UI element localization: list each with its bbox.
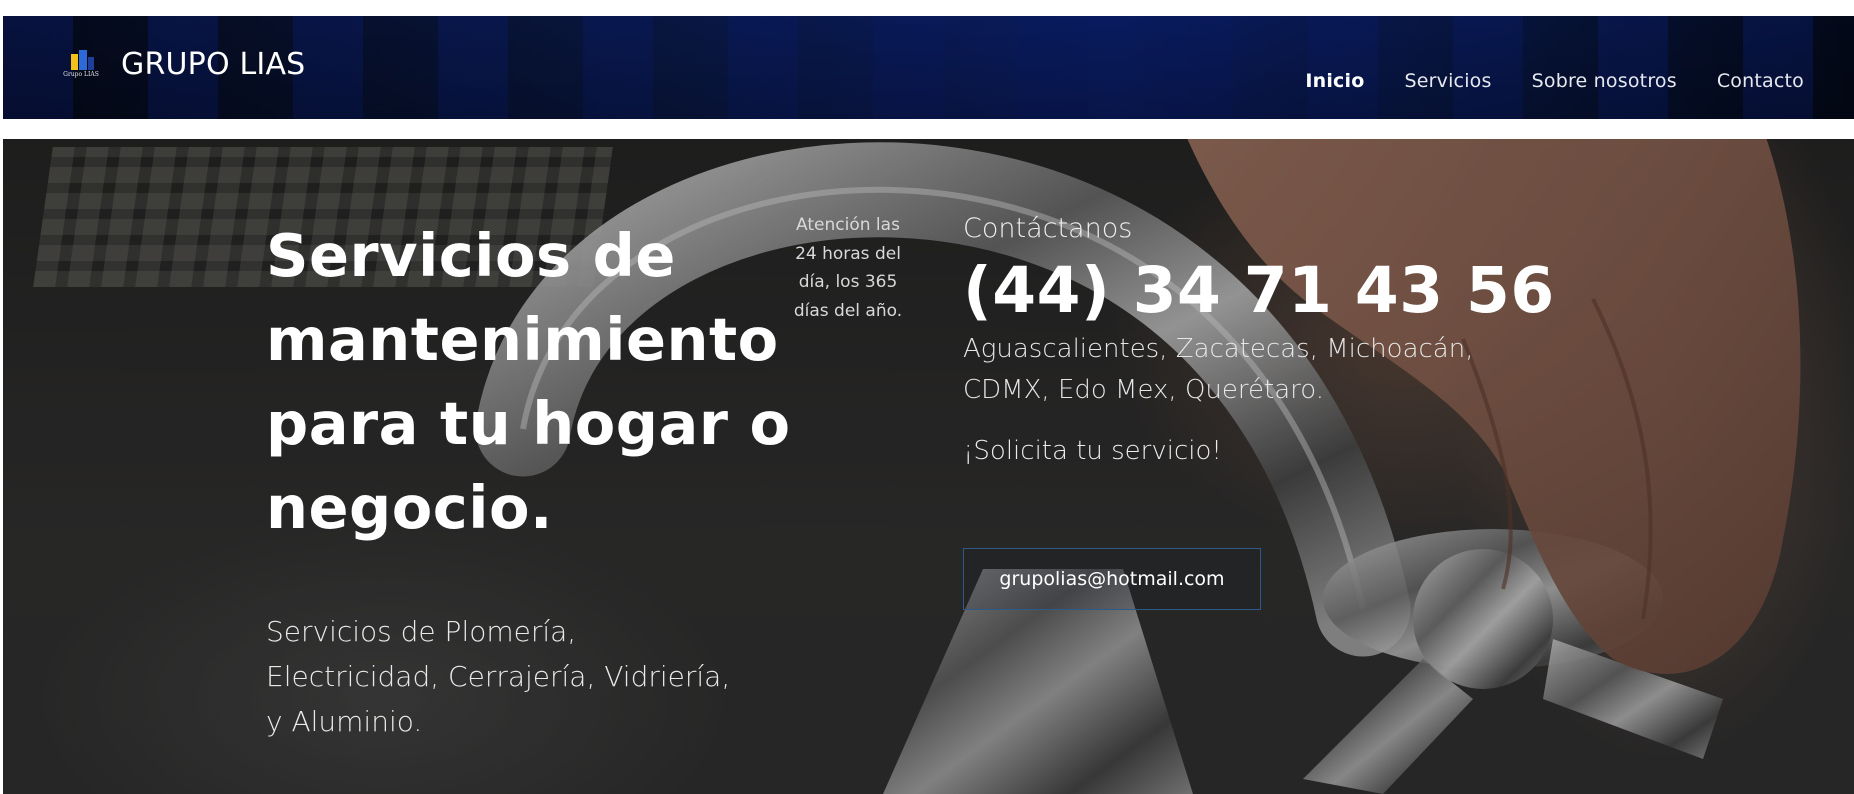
hero-content: Servicios de mantenimiento para tu hogar…	[3, 139, 1854, 794]
request-service-text: ¡Solicita tu servicio!	[963, 436, 1222, 466]
brand-name[interactable]: GRUPO LIAS	[121, 47, 305, 82]
top-navbar: Grupo LIAS GRUPO LIAS Inicio Servicios S…	[3, 16, 1854, 119]
nav-link-contacto[interactable]: Contacto	[1717, 70, 1804, 92]
hero-headline-line: Servicios de	[266, 221, 676, 290]
phone-number[interactable]: (44) 34 71 43 56	[963, 257, 1554, 325]
services-subtext: Servicios de Plomería, Electricidad, Cer…	[266, 615, 731, 738]
nav-link-sobre-nosotros[interactable]: Sobre nosotros	[1532, 70, 1677, 92]
email-button[interactable]: grupolias@hotmail.com	[963, 548, 1261, 610]
service-regions: Aguascalientes, Zacatecas, Michoacán, CD…	[963, 334, 1474, 405]
hero-headline-line: negocio.	[266, 473, 553, 542]
hero-headline-line: mantenimiento	[266, 305, 779, 374]
nav-link-inicio[interactable]: Inicio	[1305, 70, 1364, 92]
logo-text: Grupo LIAS	[63, 71, 99, 78]
hero-headline: Servicios de mantenimiento para tu hogar…	[266, 214, 791, 550]
hero-section: Servicios de mantenimiento para tu hogar…	[3, 139, 1854, 794]
contact-block: Contáctanos (44) 34 71 43 56 Aguascalien…	[963, 211, 1554, 469]
brand[interactable]: Grupo LIAS GRUPO LIAS	[63, 46, 305, 82]
contact-title: Contáctanos	[963, 213, 1133, 244]
logo-icon: Grupo LIAS	[63, 46, 99, 82]
nav-link-servicios[interactable]: Servicios	[1404, 70, 1491, 92]
main-nav: Inicio Servicios Sobre nosotros Contacto	[1305, 70, 1804, 92]
hero-headline-line: para tu hogar o	[266, 389, 791, 458]
attention-hours-text: Atención las 24 horas del día, los 365 d…	[793, 215, 903, 321]
